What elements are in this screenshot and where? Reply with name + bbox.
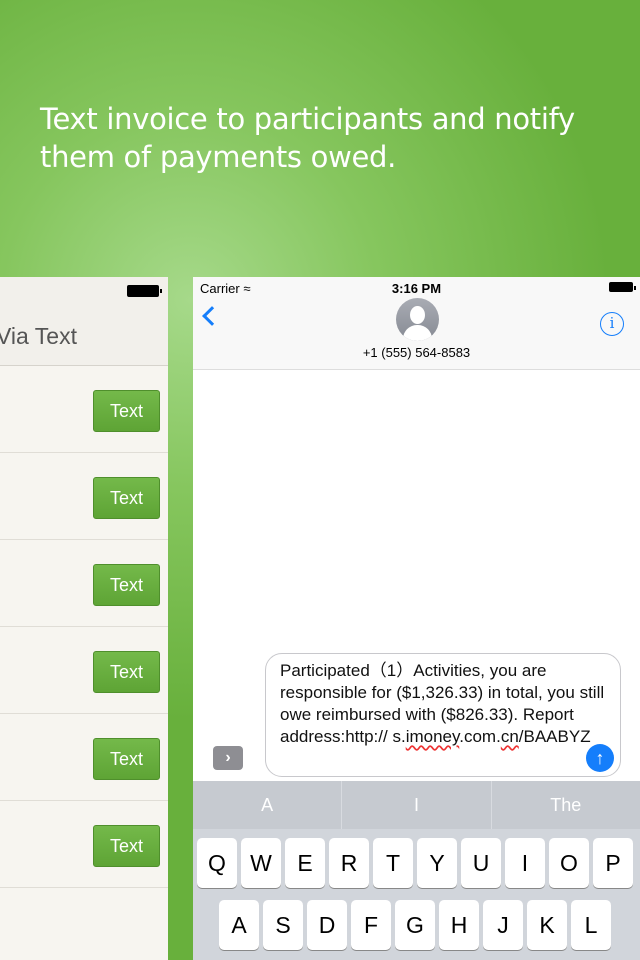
- status-time: 3:16 PM: [391, 281, 442, 296]
- key-q[interactable]: Q: [197, 838, 237, 888]
- left-panel: Via Text Text Text Text Text Text Text: [0, 277, 168, 960]
- chevron-right-icon[interactable]: ›: [213, 746, 243, 770]
- messages-panel: Carrier ≈ 3:16 PM +1 (555) 564-8583 i › …: [193, 277, 640, 960]
- key-g[interactable]: G: [395, 900, 435, 950]
- message-url-part: .com.: [459, 727, 501, 746]
- key-s[interactable]: S: [263, 900, 303, 950]
- left-title: Via Text: [0, 323, 77, 349]
- message-input[interactable]: Participated（1）Activities, you are respo…: [265, 653, 621, 777]
- key-p[interactable]: P: [593, 838, 633, 888]
- invoice-row: Text: [0, 627, 168, 714]
- key-o[interactable]: O: [549, 838, 589, 888]
- battery-icon: [127, 285, 162, 297]
- key-u[interactable]: U: [461, 838, 501, 888]
- invoice-row: Text: [0, 714, 168, 801]
- invoice-row: Text: [0, 366, 168, 453]
- arrow-up-icon[interactable]: ↑: [586, 744, 614, 772]
- text-button[interactable]: Text: [93, 651, 160, 693]
- suggestion[interactable]: The: [492, 781, 640, 829]
- key-a[interactable]: A: [219, 900, 259, 950]
- person-icon[interactable]: [396, 298, 439, 341]
- suggestion[interactable]: I: [342, 781, 492, 829]
- key-f[interactable]: F: [351, 900, 391, 950]
- invoice-row: Text: [0, 801, 168, 888]
- messages-nav-bar: Carrier ≈ 3:16 PM +1 (555) 564-8583 i: [193, 277, 640, 370]
- text-button[interactable]: Text: [93, 390, 160, 432]
- battery-icon: [609, 282, 636, 292]
- key-l[interactable]: L: [571, 900, 611, 950]
- left-nav-bar: Via Text: [0, 277, 168, 366]
- message-url-part: cn: [500, 727, 519, 746]
- key-d[interactable]: D: [307, 900, 347, 950]
- message-url-part: s.: [392, 727, 406, 746]
- chevron-left-icon[interactable]: [202, 306, 222, 326]
- headline: Text invoice to participants and notify …: [40, 102, 575, 174]
- key-e[interactable]: E: [285, 838, 325, 888]
- key-j[interactable]: J: [483, 900, 523, 950]
- text-button[interactable]: Text: [93, 477, 160, 519]
- key-y[interactable]: Y: [417, 838, 457, 888]
- key-i[interactable]: I: [505, 838, 545, 888]
- text-button[interactable]: Text: [93, 564, 160, 606]
- invoice-row: Text: [0, 540, 168, 627]
- key-k[interactable]: K: [527, 900, 567, 950]
- key-w[interactable]: W: [241, 838, 281, 888]
- suggestion-bar: A I The: [193, 781, 640, 829]
- key-t[interactable]: T: [373, 838, 413, 888]
- info-icon[interactable]: i: [600, 312, 624, 336]
- text-button[interactable]: Text: [93, 825, 160, 867]
- text-button[interactable]: Text: [93, 738, 160, 780]
- key-r[interactable]: R: [329, 838, 369, 888]
- suggestion[interactable]: A: [193, 781, 343, 829]
- message-url-part: imoney: [405, 727, 460, 746]
- message-url-part: /BAABYZ: [518, 727, 591, 746]
- keyboard: A I The QWERTYUIOPASDFGHJKL: [193, 781, 640, 960]
- invoice-row: Text: [0, 453, 168, 540]
- contact-phone[interactable]: +1 (555) 564-8583: [193, 345, 640, 360]
- key-h[interactable]: H: [439, 900, 479, 950]
